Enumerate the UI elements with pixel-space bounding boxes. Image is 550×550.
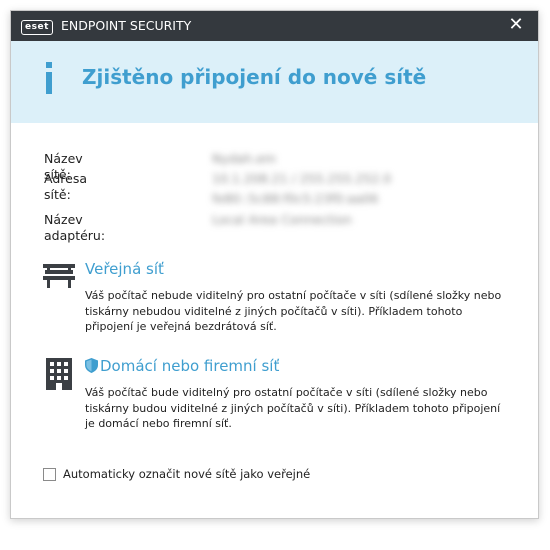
eset-logo: eset [21,20,53,35]
network-address-value-ipv4: 10.1.208.21 / 255.255.252.0 [212,171,392,186]
public-network-title[interactable]: Veřejná síť [85,259,164,279]
dialog-header: Zjištěno připojení do nové sítě [11,41,538,123]
adapter-name-label: Název adaptéru: [44,212,106,243]
auto-public-checkbox[interactable] [43,468,56,481]
office-building-icon [46,358,72,390]
app-title: ENDPOINT SECURITY [61,18,192,33]
home-network-title[interactable]: Domácí nebo firemní síť [100,357,279,375]
bench-icon [43,264,75,288]
network-address-label: Adresa sítě: [44,171,87,202]
dialog-title: Zjištěno připojení do nové sítě [82,65,427,89]
shield-icon [85,358,98,373]
network-address-value-ipv6: fe80::5c88:f0c5:23f0:aa06 [212,191,379,206]
close-button[interactable]: ✕ [506,15,526,35]
info-icon [46,62,52,94]
public-network-description: Váš počítač nebude viditelný pro ostatní… [85,289,502,333]
home-network-title-wrap[interactable]: Domácí nebo firemní síť [85,356,279,376]
dialog-window: eset ENDPOINT SECURITY ✕ Zjištěno připoj… [10,10,539,519]
title-bar: eset ENDPOINT SECURITY ✕ [11,11,538,41]
close-icon[interactable]: ✕ [508,14,523,35]
home-network-description: Váš počítač bude viditelný pro ostatní p… [85,386,501,430]
adapter-name-value: Local Area Connection [212,212,352,227]
network-name-value: Nydah.em [212,151,277,166]
auto-public-label[interactable]: Automaticky označit nové sítě jako veřej… [63,467,310,482]
